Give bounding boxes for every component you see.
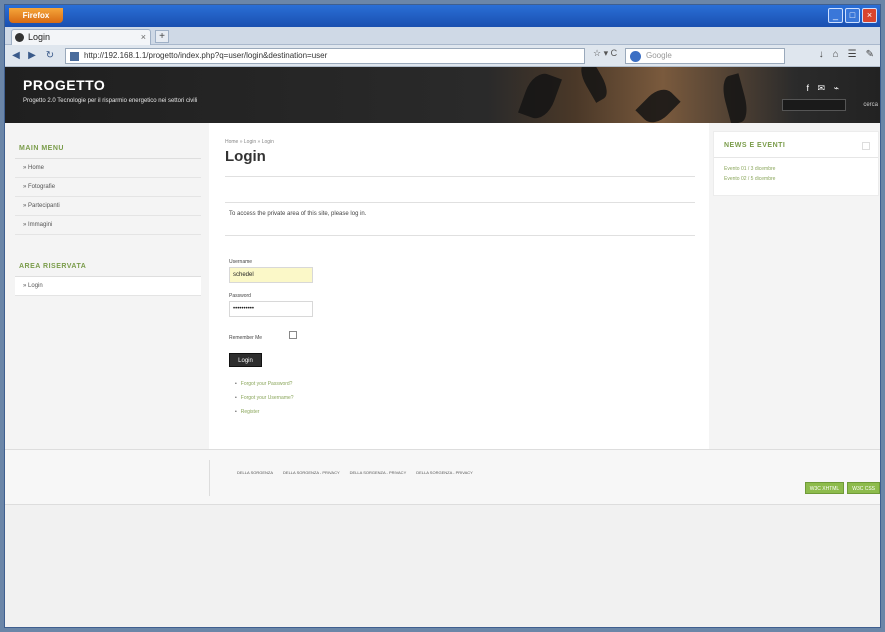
tab-title: Login (28, 32, 51, 42)
firefox-menu-button[interactable]: Firefox (9, 8, 63, 23)
google-icon (630, 51, 641, 62)
site-name[interactable]: PROGETTO (23, 77, 105, 93)
login-button[interactable]: Login (229, 353, 262, 367)
divider (225, 235, 695, 236)
site-footer: DELLA SORGENZA DELLA SORGENZA - PRIVACY … (5, 449, 880, 505)
validation-badges: W3C XHTML W3C CSS (804, 482, 880, 494)
extension-icon[interactable]: ✎ (866, 49, 874, 60)
back-icon[interactable]: ◀ (9, 49, 23, 63)
page-background (5, 505, 880, 627)
login-links: Forgot your Password? Forgot your Userna… (235, 381, 294, 423)
navigation-bar: ◀ ▶ ↻ http://192.168.1.1/progetto/index.… (5, 45, 880, 67)
reserved-area-title: AREA RISERVATA (15, 249, 201, 277)
header-decoration (635, 83, 681, 123)
menu-item-fotografie[interactable]: » Fotografie (15, 178, 201, 197)
css-badge[interactable]: W3C CSS (847, 482, 880, 494)
news-link[interactable]: Evento 01 / 3 dicembre (714, 164, 878, 174)
block-toggle-icon[interactable] (862, 142, 870, 150)
menu-item-home[interactable]: » Home (15, 159, 201, 178)
password-label: Password (229, 293, 251, 299)
home-icon[interactable]: ⌂ (833, 49, 839, 60)
minimize-button[interactable]: _ (828, 8, 843, 23)
page-title: Login (225, 148, 266, 165)
close-window-button[interactable]: × (862, 8, 877, 23)
content-area: Home » Login » Login Login To access the… (209, 123, 709, 449)
news-block-title: NEWS E EVENTI (714, 132, 878, 158)
toolbar-icons: ↓ ⌂ ☰ ✎ (819, 49, 874, 60)
bookmark-star-icon[interactable]: ☆ ▾ C (593, 48, 617, 59)
browser-window: Firefox _ □ × Login × + ◀ ▶ ↻ http://192… (4, 4, 881, 628)
site-search-button[interactable]: cerca (863, 99, 878, 111)
breadcrumb[interactable]: Home » Login » Login (225, 139, 274, 145)
tab-login[interactable]: Login × (11, 29, 151, 45)
news-block: NEWS E EVENTI Evento 01 / 3 dicembre Eve… (713, 131, 879, 196)
main-menu-title: MAIN MENU (15, 131, 201, 159)
footer-link[interactable]: DELLA SORGENZA - PRIVACY (350, 470, 407, 475)
tab-bar: Login × + (5, 27, 880, 45)
site-header: PROGETTO Progetto 2.0 Tecnologie per il … (5, 67, 880, 123)
header-decoration (518, 69, 562, 123)
favicon-icon (15, 33, 24, 42)
login-notice: To access the private area of this site,… (229, 211, 367, 217)
footer-divider (209, 460, 210, 496)
header-decoration (576, 67, 612, 103)
close-tab-icon[interactable]: × (141, 30, 146, 44)
footer-link[interactable]: DELLA SORGENZA (237, 470, 273, 475)
social-icons[interactable]: f ✉ ⌁ (807, 83, 842, 94)
address-bar[interactable]: http://192.168.1.1/progetto/index.php?q=… (65, 48, 585, 64)
site-search-input[interactable] (782, 99, 846, 111)
username-label: Username (229, 259, 253, 265)
new-tab-button[interactable]: + (155, 30, 169, 43)
forgot-username-link[interactable]: Forgot your Username? (235, 395, 294, 401)
download-icon[interactable]: ↓ (819, 49, 824, 60)
menu-icon[interactable]: ☰ (848, 49, 857, 60)
main-area: MAIN MENU » Home » Fotografie » Partecip… (5, 123, 880, 449)
news-link[interactable]: Evento 02 / 5 dicembre (714, 174, 878, 184)
menu-item-login[interactable]: » Login (15, 277, 201, 296)
divider (225, 202, 695, 203)
divider (225, 176, 695, 177)
title-bar: Firefox _ □ × (5, 5, 880, 27)
window-controls: _ □ × (828, 8, 877, 23)
menu-item-partecipanti[interactable]: » Partecipanti (15, 197, 201, 216)
forgot-password-link[interactable]: Forgot your Password? (235, 381, 294, 387)
site-slogan: Progetto 2.0 Tecnologie per il risparmio… (23, 98, 198, 104)
forward-icon[interactable]: ▶ (25, 49, 39, 63)
menu-item-immagini[interactable]: » Immagini (15, 216, 201, 235)
password-field[interactable]: •••••••••• (229, 301, 313, 317)
footer-link[interactable]: DELLA SORGENZA - PRIVACY (283, 470, 340, 475)
web-page: PROGETTO Progetto 2.0 Tecnologie per il … (5, 67, 880, 627)
maximize-button[interactable]: □ (845, 8, 860, 23)
footer-links: DELLA SORGENZA DELLA SORGENZA - PRIVACY … (237, 470, 473, 475)
username-field[interactable]: schedel (229, 267, 313, 283)
search-placeholder: Google (646, 51, 672, 60)
remember-me-label: Remember Me (229, 335, 263, 341)
url-text: http://192.168.1.1/progetto/index.php?q=… (84, 51, 328, 60)
remember-me-checkbox[interactable] (289, 331, 297, 339)
header-decoration (719, 73, 751, 123)
footer-link[interactable]: DELLA SORGENZA - PRIVACY (416, 470, 473, 475)
search-input[interactable]: Google (625, 48, 785, 64)
register-link[interactable]: Register (235, 409, 294, 415)
xhtml-badge[interactable]: W3C XHTML (804, 482, 845, 494)
reload-icon[interactable]: ↻ (43, 49, 57, 63)
left-sidebar: MAIN MENU » Home » Fotografie » Partecip… (15, 131, 201, 296)
site-identity-icon (70, 52, 79, 61)
